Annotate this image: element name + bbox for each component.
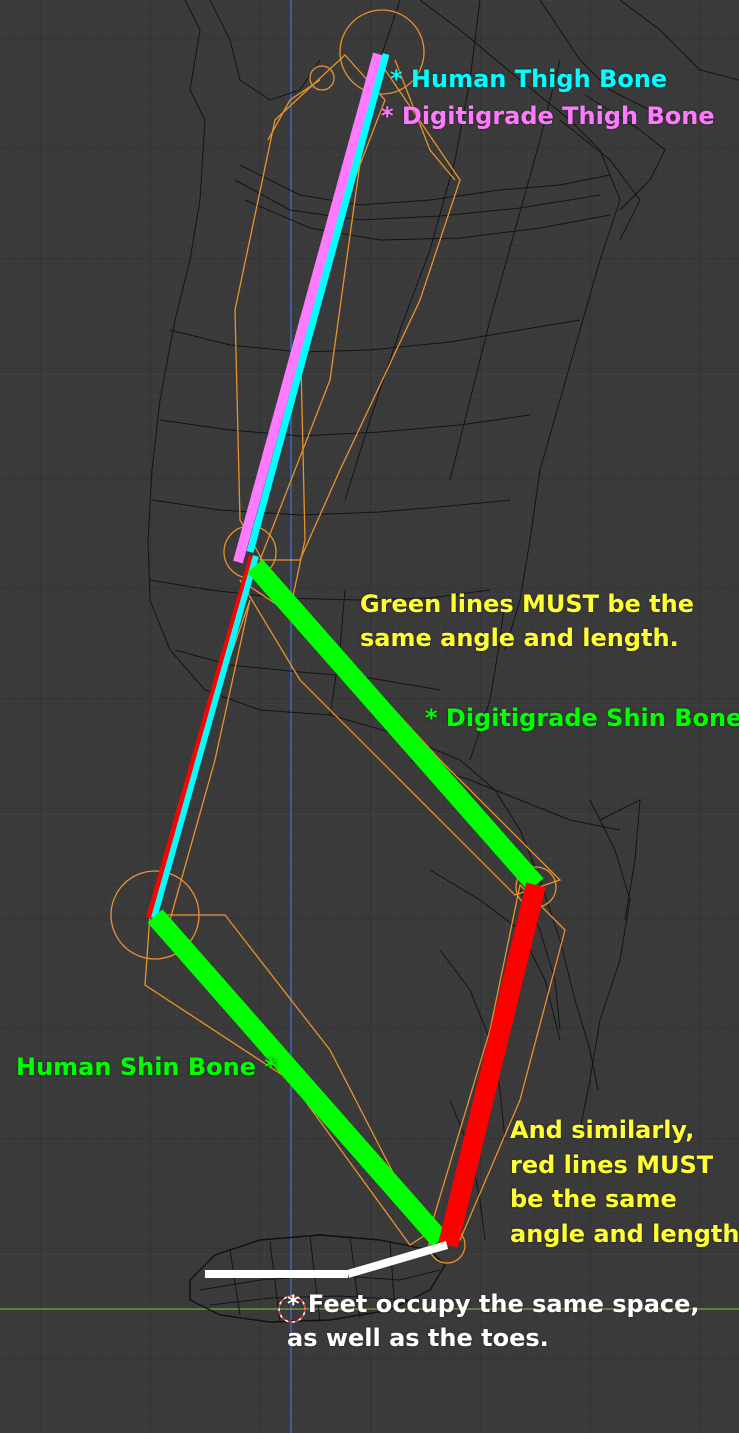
red-note-line-1: And similarly, — [510, 1116, 695, 1144]
label-human-shin-bone: Human Shin Bone * — [16, 1053, 277, 1081]
red-note-line-3: be the same — [510, 1185, 677, 1213]
label-human-thigh-bone: * Human Thigh Bone — [390, 65, 668, 93]
green-note-line-2: same angle and length. — [360, 624, 679, 652]
green-note-line-1: Green lines MUST be the — [360, 590, 695, 618]
label-digitigrade-thigh-bone: * Digitigrade Thigh Bone — [381, 102, 715, 130]
label-digitigrade-shin-bone: * Digitigrade Shin Bone — [425, 704, 739, 732]
feet-note-line-1: * Feet occupy the same space, — [287, 1290, 700, 1318]
red-note-line-2: red lines MUST — [510, 1151, 714, 1179]
feet-note-line-2: as well as the toes. — [287, 1324, 549, 1352]
red-note-line-4: angle and length — [510, 1220, 739, 1248]
